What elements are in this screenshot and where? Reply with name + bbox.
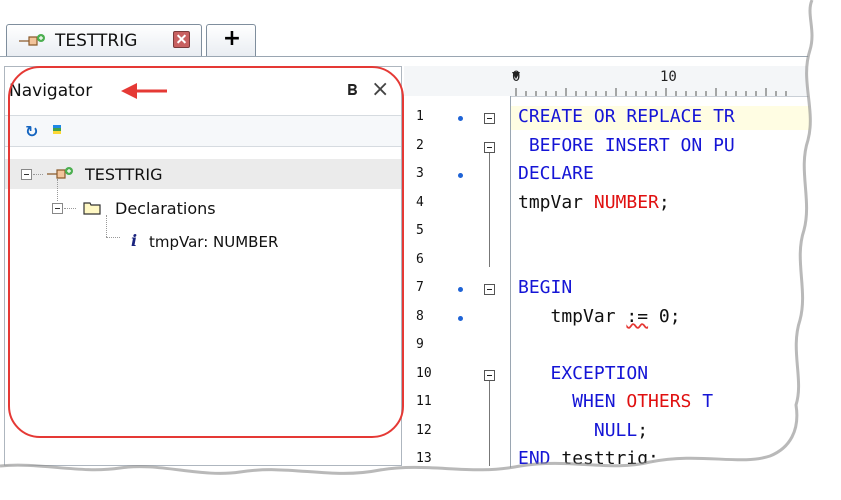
tab-testtrig[interactable]: TESTTRIG xyxy=(6,24,202,56)
code-token: CREATE OR REPLACE TR xyxy=(518,106,735,127)
line-number: 12 xyxy=(416,422,432,438)
line-number: 13 xyxy=(416,451,432,466)
fold-guide xyxy=(489,152,490,267)
code-line[interactable]: WHEN OTHERS T xyxy=(518,391,713,412)
code-token: ; xyxy=(637,419,649,441)
fold-toggle-icon[interactable] xyxy=(484,141,495,153)
tree-label-root: TESTTRIG xyxy=(85,165,163,184)
gutter-separator xyxy=(510,96,511,500)
trigger-icon xyxy=(19,34,45,46)
code-token: DECLARE xyxy=(518,163,594,184)
ruler-label: 0 xyxy=(512,69,521,85)
ruler-label: 10 xyxy=(660,69,677,85)
code-line[interactable]: NULL; xyxy=(518,420,648,441)
add-tab-icon: + xyxy=(222,26,242,51)
code-line[interactable]: BEFORE INSERT ON PU xyxy=(518,135,735,156)
red-arrow-icon xyxy=(121,83,167,99)
line-number: 9 xyxy=(416,337,424,352)
trigger-icon xyxy=(47,167,73,179)
code-token: T xyxy=(691,391,714,412)
line-number: 8 xyxy=(416,308,424,324)
fold-toggle-icon[interactable] xyxy=(484,369,495,381)
code-token: testtrig; xyxy=(561,448,659,469)
code-token: 0; xyxy=(648,305,681,327)
code-token: BEFORE INSERT ON PU xyxy=(518,134,735,156)
code-token: tmpVar xyxy=(518,191,594,213)
code-line[interactable]: DECLARE xyxy=(518,163,594,184)
line-number: 5 xyxy=(416,223,424,238)
code-token: BEGIN xyxy=(518,277,573,298)
line-number: 11 xyxy=(416,394,432,409)
code-token: EXCEPTION xyxy=(518,362,649,384)
fold-guide xyxy=(489,380,490,466)
code-token: ; xyxy=(658,191,670,213)
line-number: 7 xyxy=(416,280,424,295)
breakpoint-dot[interactable] xyxy=(458,116,463,121)
navigator-panel: Navigator 𝐁 × ↻ TESTTRIG Declarations i … xyxy=(4,66,402,466)
column-ruler: 0 10 xyxy=(404,66,841,97)
code-line[interactable]: BEGIN xyxy=(518,277,572,298)
line-number: 6 xyxy=(416,251,424,267)
tab-label: TESTTRIG xyxy=(55,31,138,51)
editor-gutter xyxy=(404,96,510,500)
code-line[interactable]: tmpVar := 0; xyxy=(518,306,681,327)
code-token: OTHERS xyxy=(626,391,692,412)
code-token: NULL xyxy=(518,419,638,441)
tree-node-tmpvar[interactable] xyxy=(105,227,401,257)
code-token: tmpVar xyxy=(518,305,627,327)
navigator-toolbar: ↻ xyxy=(5,115,401,147)
code-token: WHEN xyxy=(518,391,627,412)
code-line[interactable]: EXCEPTION xyxy=(518,362,649,384)
line-number: 4 xyxy=(416,194,424,210)
fold-toggle-icon[interactable] xyxy=(484,284,495,295)
refresh-icon[interactable]: ↻ xyxy=(25,122,38,141)
tree-node-declarations[interactable] xyxy=(45,195,401,225)
line-number: 1 xyxy=(416,109,424,124)
line-number: 3 xyxy=(416,166,424,181)
code-token: NUMBER xyxy=(593,191,659,213)
collapse-icon[interactable] xyxy=(21,169,32,180)
code-line[interactable]: tmpVar NUMBER; xyxy=(518,192,670,213)
line-number: 14 xyxy=(416,479,432,495)
color-legend-icon[interactable] xyxy=(53,125,61,135)
ruler-ticks xyxy=(512,72,787,96)
fold-toggle-icon[interactable] xyxy=(484,113,495,124)
tree-connector xyxy=(33,174,43,175)
pin-icon[interactable]: 𝐁 xyxy=(347,81,358,99)
close-icon[interactable] xyxy=(173,31,190,48)
close-icon[interactable]: × xyxy=(371,77,389,102)
screenshot-stage: TESTTRIG + Navigator 𝐁 × ↻ TESTTRIG Decl… xyxy=(0,0,841,500)
add-tab-button[interactable]: + xyxy=(206,24,256,56)
code-line[interactable]: END testtrig; xyxy=(518,448,659,469)
line-number: 2 xyxy=(416,137,424,153)
breakpoint-dot[interactable] xyxy=(458,173,463,178)
code-token: := xyxy=(626,305,649,327)
code-editor[interactable]: 0 10 1 2 3 4 5 6 7 8 9 10 11 12 13 14 CREATE OR REPLA… xyxy=(404,66,841,500)
line-number: 10 xyxy=(416,365,432,381)
navigator-title: Navigator xyxy=(9,81,93,101)
breakpoint-dot[interactable] xyxy=(458,315,463,321)
code-line[interactable]: CREATE OR REPLACE TR xyxy=(518,106,735,127)
tab-strip-border xyxy=(0,56,841,57)
breakpoint-dot[interactable] xyxy=(458,287,463,292)
code-token: END xyxy=(518,448,562,469)
